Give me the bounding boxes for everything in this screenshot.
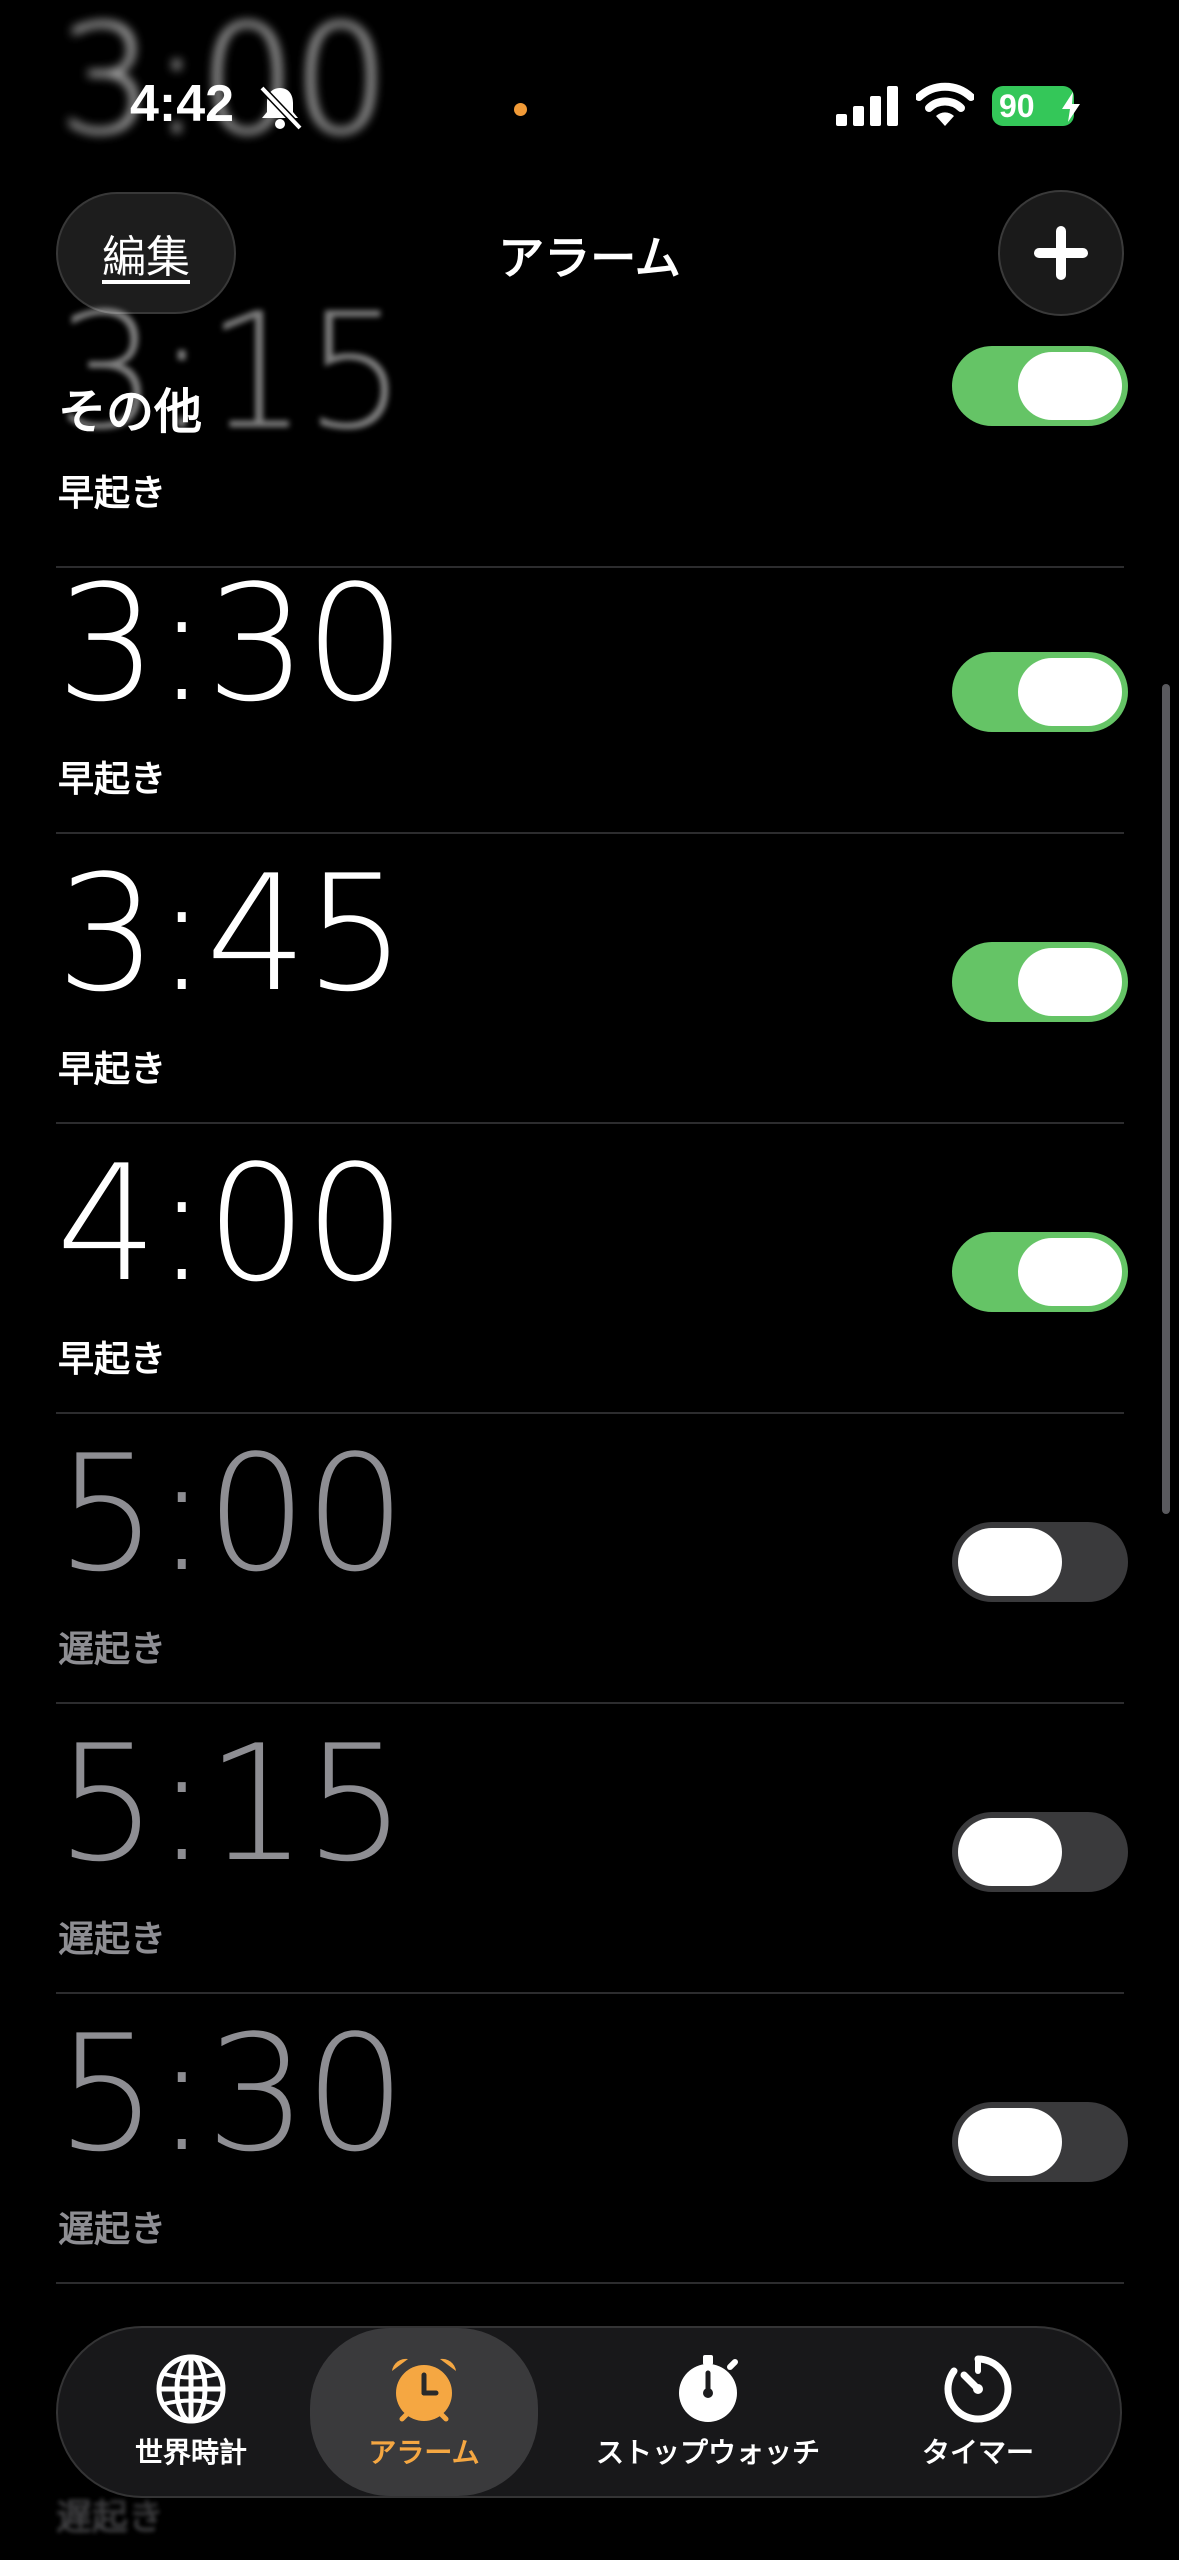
toggle-knob bbox=[958, 1528, 1062, 1596]
toggle-knob bbox=[958, 1818, 1062, 1886]
status-bar: 4:42 90 bbox=[0, 0, 1179, 133]
tab-timer[interactable]: タイマー bbox=[878, 2328, 1078, 2496]
alarm-row[interactable]: 5:00 遅起き bbox=[56, 1414, 1128, 1704]
tab-stopwatch[interactable]: ストップウォッチ bbox=[588, 2328, 828, 2496]
alarm-label: 遅起き bbox=[58, 1629, 167, 1670]
alarm-time: 5:30 bbox=[56, 2000, 406, 2187]
stopwatch-icon bbox=[679, 2355, 738, 2422]
alarm-label: 早起き bbox=[58, 1049, 167, 1090]
toggle-knob bbox=[1018, 1238, 1122, 1306]
alarm-screen: 3:00 4:42 90 編集 アラーム 3:15 その他 早起き 3:30 早… bbox=[0, 0, 1179, 2560]
alarm-toggle[interactable] bbox=[952, 652, 1128, 732]
tab-label: アラーム bbox=[368, 2436, 480, 2469]
toggle-knob bbox=[958, 2108, 1062, 2176]
alarm-label: 早起き bbox=[58, 759, 167, 800]
alarm-row[interactable]: 5:30 遅起き bbox=[56, 1994, 1128, 2284]
alarm-row[interactable]: 4:00 早起き bbox=[56, 1124, 1128, 1414]
alarm-row[interactable]: 3:30 早起き bbox=[56, 544, 1128, 834]
alarm-toggle[interactable] bbox=[952, 2102, 1128, 2182]
toggle-knob bbox=[1018, 658, 1122, 726]
tab-alarm[interactable]: アラーム bbox=[310, 2328, 538, 2496]
charging-bolt-icon bbox=[1062, 92, 1080, 122]
cellular-signal-icon bbox=[836, 86, 898, 126]
alarm-label: 遅起き bbox=[58, 2209, 167, 2250]
alarm-toggle[interactable] bbox=[952, 1232, 1128, 1312]
toggle-knob bbox=[1018, 948, 1122, 1016]
alarm-label: 早起き bbox=[58, 473, 167, 514]
battery-indicator: 90 bbox=[992, 86, 1080, 126]
toggle-knob bbox=[1018, 352, 1122, 420]
alarm-toggle[interactable] bbox=[952, 942, 1128, 1022]
alarm-toggle[interactable] bbox=[952, 1812, 1128, 1892]
globe-icon bbox=[156, 2354, 226, 2424]
alarm-time: 5:00 bbox=[56, 1420, 406, 1607]
privacy-indicator-dot bbox=[514, 103, 527, 116]
timer-icon bbox=[944, 2355, 1012, 2423]
bell-slash-icon bbox=[259, 85, 303, 130]
battery-percent: 90 bbox=[999, 87, 1035, 124]
alarm-toggle[interactable] bbox=[952, 1522, 1128, 1602]
alarm-label: 遅起き bbox=[58, 1919, 167, 1960]
alarm-row[interactable]: 3:45 早起き bbox=[56, 834, 1128, 1124]
tab-world-clock[interactable]: 世界時計 bbox=[96, 2328, 286, 2496]
alarm-toggle[interactable] bbox=[952, 346, 1128, 426]
tab-label: 世界時計 bbox=[134, 2436, 247, 2469]
row-divider bbox=[56, 2282, 1124, 2284]
alarm-row[interactable]: 5:15 遅起き bbox=[56, 1704, 1128, 1994]
tab-label: タイマー bbox=[921, 2436, 1034, 2469]
alarm-time: 3:30 bbox=[56, 550, 406, 737]
tab-bar: 世界時計 アラーム ストップウォッチ タイマー bbox=[56, 2326, 1122, 2498]
alarm-row[interactable]: 早起き bbox=[56, 254, 1128, 568]
alarm-time: 5:15 bbox=[56, 1710, 406, 1897]
status-time: 4:42 bbox=[130, 75, 235, 133]
wifi-icon bbox=[916, 82, 974, 126]
alarm-time: 4:00 bbox=[56, 1130, 406, 1317]
alarm-label: 早起き bbox=[58, 1339, 167, 1380]
alarm-clock-icon bbox=[392, 2358, 456, 2422]
tab-label: ストップウォッチ bbox=[595, 2436, 820, 2469]
alarm-time: 3:45 bbox=[56, 840, 406, 1027]
scrollbar[interactable] bbox=[1162, 684, 1170, 1514]
